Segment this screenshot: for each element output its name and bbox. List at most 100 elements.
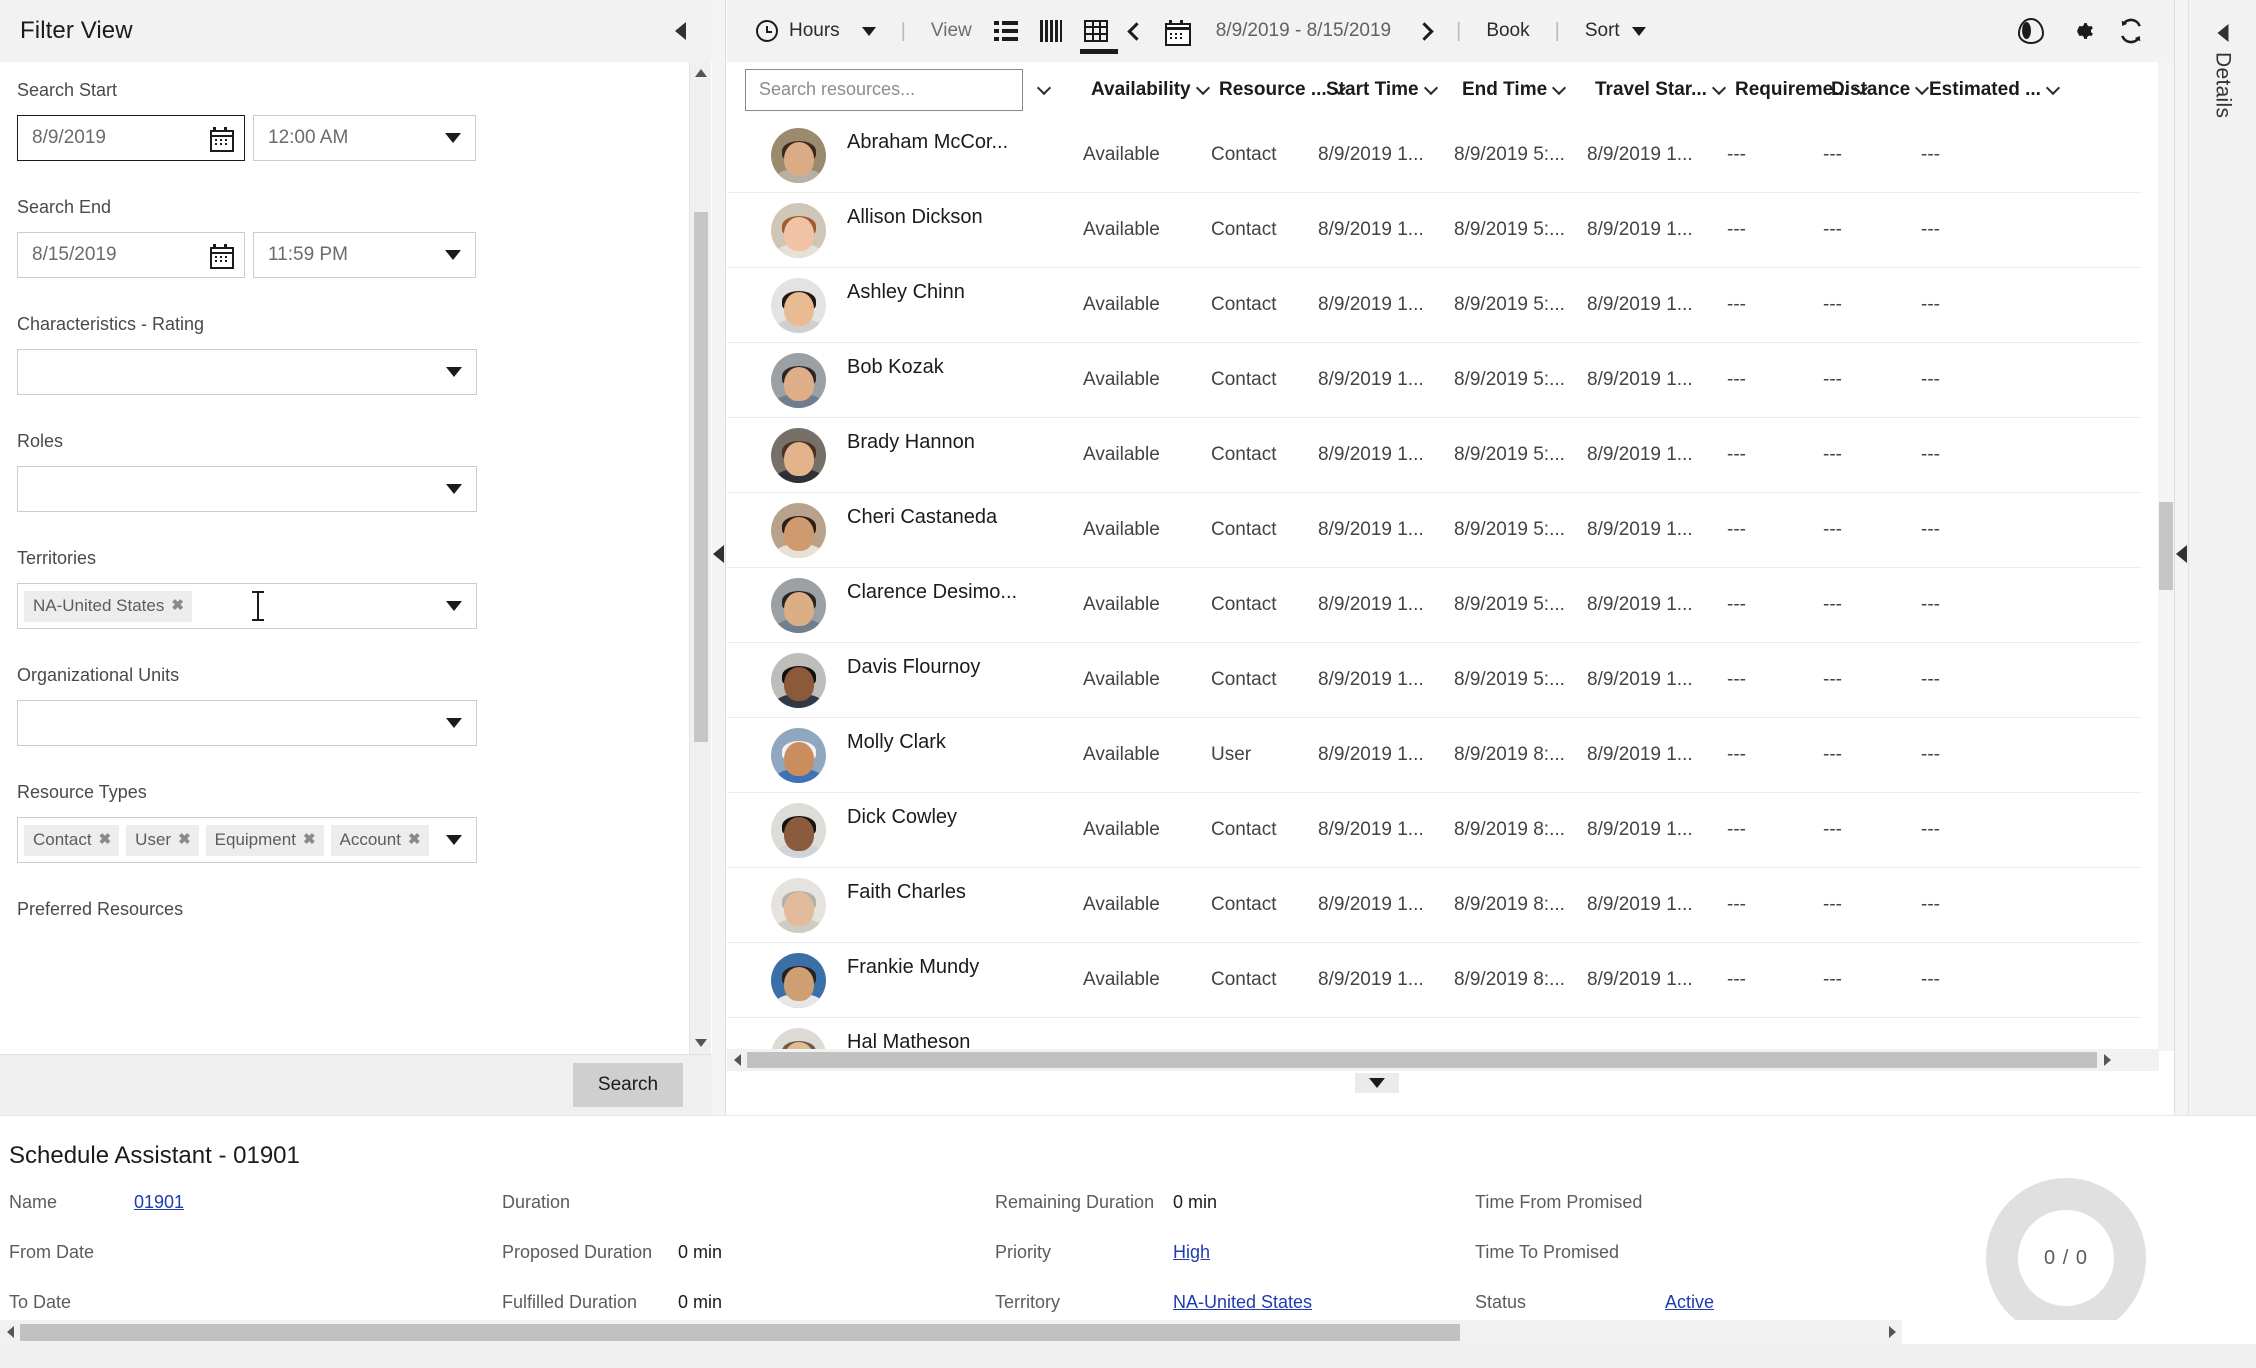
resource-name[interactable]: Brady Hannon [847, 431, 975, 454]
resource-name[interactable]: Molly Clark [847, 731, 946, 754]
table-row[interactable]: Davis Flournoy Available Contact 8/9/2019 1… [727, 643, 2142, 718]
caret-down-icon[interactable] [446, 367, 462, 377]
search-start-date-input[interactable]: 8/9/2019 [17, 115, 245, 161]
table-row[interactable]: Faith Charles Available Contact 8/9/2019 1.… [727, 868, 2142, 943]
expand-details-button[interactable] [1355, 1073, 1399, 1093]
resource-name[interactable]: Allison Dickson [847, 206, 983, 229]
refresh-icon[interactable] [2118, 18, 2144, 44]
table-row[interactable]: Clarence Desimo... Available Contact 8/9/20… [727, 568, 2142, 643]
grid-vertical-scrollbar[interactable] [2158, 62, 2174, 1051]
scroll-right-icon[interactable] [2097, 1049, 2117, 1071]
sort-button[interactable]: Sort [1574, 0, 1657, 62]
scrollbar-thumb[interactable] [747, 1052, 2097, 1068]
search-end-time-select[interactable]: 11:59 PM [253, 232, 476, 278]
detail-field-link[interactable]: Active [1665, 1292, 1714, 1313]
panel-splitter-left[interactable] [712, 0, 726, 1115]
chevron-down-icon[interactable] [1423, 80, 1438, 95]
remove-chip-icon[interactable]: ✖ [408, 832, 421, 847]
hours-caret-button[interactable] [851, 0, 887, 62]
remove-chip-icon[interactable]: ✖ [303, 832, 316, 847]
caret-down-icon[interactable] [445, 250, 461, 260]
search-resources-input[interactable]: Search resources... [745, 68, 1023, 111]
chevron-left-icon[interactable] [668, 19, 692, 43]
chevron-down-icon[interactable] [2045, 80, 2060, 95]
caret-down-icon[interactable] [446, 484, 462, 494]
resource-name[interactable]: Abraham McCor... [847, 131, 1008, 154]
detail-field-link[interactable]: High [1173, 1242, 1210, 1263]
gear-icon[interactable] [2068, 18, 2094, 44]
search-end-date-input[interactable]: 8/15/2019 [17, 232, 245, 278]
resource-type-chip[interactable]: Equipment ✖ [205, 824, 324, 856]
scrollbar-thumb[interactable] [2159, 502, 2173, 590]
chevron-left-icon[interactable] [713, 545, 724, 563]
table-row[interactable]: Abraham McCor... Available Contact 8/9/2019… [727, 118, 2142, 193]
column-header-estimated[interactable]: Estimated ... [1929, 79, 2060, 101]
eye-icon[interactable] [2018, 18, 2044, 44]
resource-name[interactable]: Hal Matheson [847, 1031, 970, 1051]
detail-field-link[interactable]: 01901 [134, 1192, 184, 1213]
table-row[interactable]: Cheri Castaneda Available Contact 8/9/2019 … [727, 493, 2142, 568]
column-header-availability[interactable]: Availability [1091, 79, 1210, 101]
resource-name[interactable]: Faith Charles [847, 881, 966, 904]
table-row[interactable]: Frankie Mundy Available Contact 8/9/2019 1.… [727, 943, 2142, 1018]
territory-chip[interactable]: NA-United States ✖ [24, 590, 192, 622]
caret-down-icon[interactable] [445, 133, 461, 143]
grid-horizontal-scrollbar[interactable] [727, 1049, 2159, 1071]
filter-panel-scrollbar[interactable] [689, 62, 711, 1054]
organizational-units-select[interactable] [17, 700, 477, 746]
caret-down-icon[interactable] [446, 718, 462, 728]
caret-down-icon[interactable] [446, 601, 462, 611]
table-row[interactable]: Ashley Chinn Available Contact 8/9/2019 1..… [727, 268, 2142, 343]
chevron-left-icon[interactable] [2176, 545, 2187, 563]
table-row[interactable]: Dick Cowley Available Contact 8/9/2019 1...… [727, 793, 2142, 868]
table-row[interactable]: Brady Hannon Available Contact 8/9/2019 1..… [727, 418, 2142, 493]
column-header-resource[interactable]: Resource ... [1219, 79, 1346, 101]
list-view-button[interactable] [983, 0, 1029, 62]
calendar-icon[interactable] [210, 127, 234, 152]
resource-name[interactable]: Frankie Mundy [847, 956, 979, 979]
resource-type-chip[interactable]: Account ✖ [330, 824, 429, 856]
hours-dropdown[interactable]: Hours [745, 0, 851, 62]
resource-name[interactable]: Davis Flournoy [847, 656, 980, 679]
resource-type-chip[interactable]: User ✖ [126, 824, 199, 856]
scroll-up-icon[interactable] [690, 62, 712, 84]
table-row[interactable]: Hal Matheson [727, 1018, 2142, 1051]
column-header-distance[interactable]: Distance [1831, 79, 1930, 101]
book-button[interactable]: Book [1475, 0, 1540, 62]
next-period-button[interactable] [1407, 0, 1442, 62]
remove-chip-icon[interactable]: ✖ [171, 598, 184, 613]
scroll-left-icon[interactable] [727, 1049, 747, 1071]
calendar-icon[interactable] [210, 244, 234, 269]
column-header-travel-star[interactable]: Travel Star... [1595, 79, 1727, 101]
resource-name[interactable]: Bob Kozak [847, 356, 944, 379]
chevron-down-icon[interactable] [1195, 80, 1210, 95]
scroll-right-icon[interactable] [1882, 1321, 1902, 1343]
chevron-left-icon[interactable] [2217, 24, 2228, 42]
resource-list[interactable]: Abraham McCor... Available Contact 8/9/2019… [727, 118, 2142, 1051]
resource-name[interactable]: Ashley Chinn [847, 281, 965, 304]
resource-types-select[interactable]: Contact ✖ User ✖ Equipment ✖ Account ✖ [17, 817, 477, 863]
chevron-down-icon[interactable] [1915, 80, 1930, 95]
calendar-picker-button[interactable] [1154, 0, 1200, 62]
scroll-left-icon[interactable] [0, 1321, 20, 1343]
search-start-time-select[interactable]: 12:00 AM [253, 115, 476, 161]
remove-chip-icon[interactable]: ✖ [178, 832, 191, 847]
column-header-start-time[interactable]: Start Time [1326, 79, 1438, 101]
chevron-down-icon[interactable] [1552, 80, 1567, 95]
chevron-down-icon[interactable] [1711, 80, 1727, 95]
territories-select[interactable]: NA-United States ✖ [17, 583, 477, 629]
scrollbar-thumb[interactable] [20, 1323, 1460, 1341]
roles-select[interactable] [17, 466, 477, 512]
details-rail[interactable]: Details [2188, 0, 2256, 1115]
caret-down-icon[interactable] [446, 835, 462, 845]
panel-splitter-right[interactable] [2174, 0, 2188, 1115]
column-view-button[interactable] [1029, 0, 1073, 62]
resource-name[interactable]: Cheri Castaneda [847, 506, 997, 529]
scrollbar-thumb[interactable] [694, 212, 708, 742]
previous-period-button[interactable] [1119, 0, 1154, 62]
details-horizontal-scrollbar[interactable] [0, 1320, 1902, 1344]
grid-view-button[interactable] [1073, 0, 1119, 62]
table-row[interactable]: Molly Clark Available User 8/9/2019 1... 8/9… [727, 718, 2142, 793]
column-header-end-time[interactable]: End Time [1462, 79, 1567, 101]
resource-name[interactable]: Dick Cowley [847, 806, 957, 829]
